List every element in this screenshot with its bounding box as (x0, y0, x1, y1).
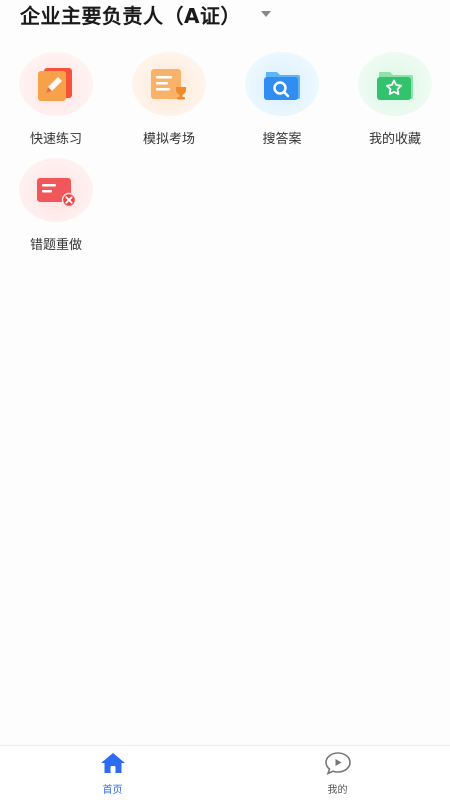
tile-label: 快速练习 (29, 132, 82, 147)
exam-type-selector[interactable]: 企业主要负责人（A证） (20, 0, 271, 28)
search-answers-button[interactable]: 搜答案 (226, 52, 338, 152)
my-favorites-button[interactable]: 我的收藏 (339, 52, 450, 152)
folder-star-icon (377, 72, 413, 100)
tile-label: 模拟考场 (142, 132, 195, 147)
tab-label: 我的 (327, 785, 348, 796)
tile-label: 搜答案 (262, 132, 302, 147)
page-title: 企业主要负责人（A证） (20, 3, 241, 28)
certificate-trophy-icon (151, 69, 186, 100)
tab-mine[interactable]: 我的 (225, 746, 450, 800)
tile-label: 错题重做 (29, 238, 82, 253)
redo-mistakes-button[interactable]: 错题重做 (0, 158, 112, 258)
tab-home[interactable]: 首页 (0, 746, 225, 800)
folder-search-icon (264, 72, 300, 100)
home-icon (101, 753, 125, 773)
app-page: 企业主要负责人（A证） 快速练习 模拟考场 搜答案 我的收藏 错题重做 首页 我… (0, 0, 450, 800)
card-error-icon (37, 178, 77, 208)
mock-exam-button[interactable]: 模拟考场 (113, 52, 225, 152)
bottom-tab-bar: 首页 我的 (0, 745, 450, 800)
caret-down-icon (260, 11, 271, 17)
pencil-card-icon (38, 68, 72, 101)
tab-label: 首页 (102, 785, 123, 796)
quick-practice-button[interactable]: 快速练习 (0, 52, 112, 152)
tile-label: 我的收藏 (368, 132, 421, 147)
chat-play-icon (325, 752, 351, 775)
